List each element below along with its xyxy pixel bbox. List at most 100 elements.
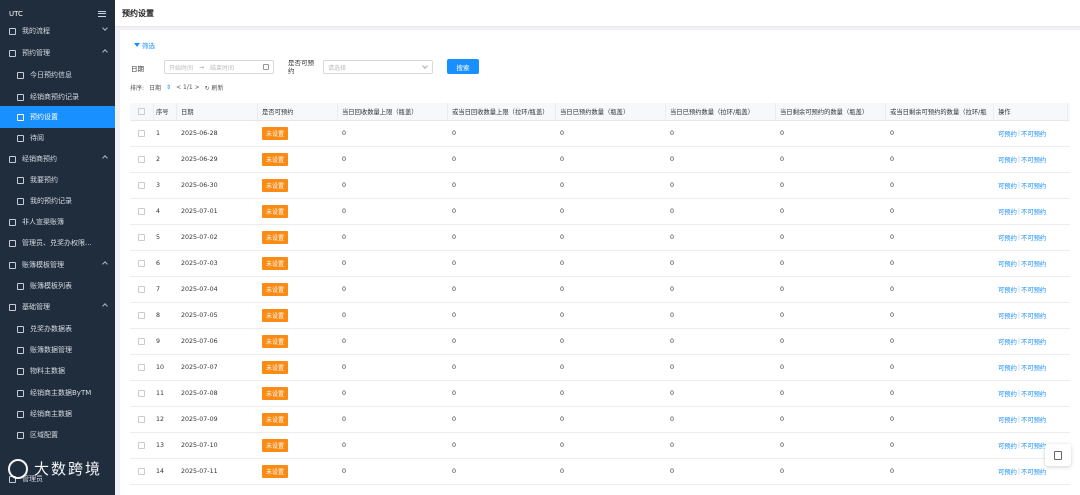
date-start-input[interactable]: 开始时间 [169, 63, 193, 72]
set-bookable-link[interactable]: 可预约 [998, 233, 1017, 242]
row-checkbox[interactable] [138, 182, 145, 189]
op-separator: | [1017, 416, 1021, 423]
sidebar-item-label: 经销商主数据 [30, 410, 72, 418]
row-checkbox[interactable] [138, 442, 145, 449]
numeric-cell: 0 [342, 338, 347, 345]
set-bookable-link[interactable]: 可预约 [998, 207, 1017, 216]
sidebar-item[interactable]: 预约管理 [0, 42, 115, 64]
sidebar-item[interactable]: 我的流程 [0, 20, 115, 42]
sidebar-item[interactable]: 待阅 [0, 127, 115, 149]
sidebar-item[interactable]: 预约设置 [0, 106, 115, 128]
sort-field[interactable]: 日期 [149, 83, 161, 92]
set-bookable-link[interactable]: 可预约 [998, 337, 1017, 346]
numeric-cell: 0 [342, 312, 347, 319]
set-not-bookable-link[interactable]: 不可预约 [1021, 441, 1046, 450]
sidebar-item[interactable]: 区域配置 [0, 424, 115, 446]
bookable-select[interactable]: 请选择 [323, 60, 433, 74]
set-not-bookable-link[interactable]: 不可预约 [1021, 129, 1046, 138]
set-bookable-link[interactable]: 可预约 [998, 363, 1017, 372]
operations-cell: 可预约 | 不可预约 [998, 121, 1046, 146]
row-checkbox[interactable] [138, 468, 145, 475]
filter-toggle[interactable]: 筛选 [134, 40, 155, 50]
menu-collapse-icon[interactable] [98, 10, 106, 17]
menu-item-icon [9, 218, 16, 226]
op-separator: | [1017, 130, 1021, 137]
date-range-picker[interactable]: 开始时间 → 结束时间 [164, 60, 274, 74]
menu-item-icon [17, 346, 24, 354]
set-not-bookable-link[interactable]: 不可预约 [1021, 207, 1046, 216]
table-row: 1 2025-06-28 未设置 0 0 0 0 0 0 可预约 | 不可预约 [130, 121, 1070, 147]
row-checkbox[interactable] [138, 234, 145, 241]
row-checkbox[interactable] [138, 338, 145, 345]
sidebar-item[interactable]: 我的预约记录 [0, 190, 115, 212]
row-date: 2025-07-07 [181, 364, 218, 371]
row-checkbox[interactable] [138, 416, 145, 423]
set-not-bookable-link[interactable]: 不可预约 [1021, 467, 1046, 476]
sidebar-item[interactable]: 经销商主数据ByTM [0, 382, 115, 404]
sidebar-item[interactable]: 物料主数据 [0, 360, 115, 382]
set-bookable-link[interactable]: 可预约 [998, 259, 1017, 268]
sidebar-item[interactable]: 经销商预约记录 [0, 86, 115, 108]
numeric-cell: 0 [780, 390, 785, 397]
sidebar-item[interactable]: 账簿模板列表 [0, 275, 115, 297]
set-bookable-link[interactable]: 可预约 [998, 181, 1017, 190]
sidebar-item[interactable]: 账簿模板管理 [0, 254, 115, 276]
refresh-button[interactable]: ↻ 刷新 [205, 83, 224, 92]
set-not-bookable-link[interactable]: 不可预约 [1021, 181, 1046, 190]
set-bookable-link[interactable]: 可预约 [998, 129, 1017, 138]
set-bookable-link[interactable]: 可预约 [998, 155, 1017, 164]
set-not-bookable-link[interactable]: 不可预约 [1021, 259, 1046, 268]
set-not-bookable-link[interactable]: 不可预约 [1021, 363, 1046, 372]
menu-item-icon [17, 389, 24, 397]
operations-cell: 可预约 | 不可预约 [998, 329, 1046, 354]
set-bookable-link[interactable]: 可预约 [998, 389, 1017, 398]
sort-order-icon[interactable]: ⇕ [166, 84, 171, 91]
row-checkbox[interactable] [138, 130, 145, 137]
floating-action-button[interactable] [1045, 444, 1071, 466]
set-not-bookable-link[interactable]: 不可预约 [1021, 311, 1046, 320]
row-index: 12 [156, 416, 165, 423]
set-bookable-link[interactable]: 可预约 [998, 415, 1017, 424]
sidebar-item-label: 非人宣渠账簿 [22, 218, 64, 226]
set-not-bookable-link[interactable]: 不可预约 [1021, 415, 1046, 424]
set-bookable-link[interactable]: 可预约 [998, 311, 1017, 320]
sidebar-item[interactable]: 今日预约信息 [0, 64, 115, 86]
sidebar-item[interactable]: 非人宣渠账簿 [0, 211, 115, 233]
sidebar-item[interactable]: 管理员、兑奖办权限... [0, 232, 115, 254]
sidebar-item[interactable]: 经销商主数据 [0, 403, 115, 425]
search-button[interactable]: 搜索 [447, 59, 479, 74]
set-not-bookable-link[interactable]: 不可预约 [1021, 233, 1046, 242]
row-checkbox[interactable] [138, 286, 145, 293]
op-separator: | [1017, 468, 1021, 475]
set-not-bookable-link[interactable]: 不可预约 [1021, 155, 1046, 164]
set-not-bookable-link[interactable]: 不可预约 [1021, 389, 1046, 398]
sidebar-item[interactable]: 基础管理 [0, 296, 115, 318]
row-checkbox[interactable] [138, 312, 145, 319]
status-cell: 未设置 [262, 381, 289, 406]
date-end-input[interactable]: 结束时间 [210, 63, 234, 72]
set-bookable-link[interactable]: 可预约 [998, 441, 1017, 450]
sort-label: 排序: [130, 85, 145, 92]
numeric-cell: 0 [890, 156, 895, 163]
sidebar-item[interactable]: 经销商预约 [0, 148, 115, 170]
row-checkbox[interactable] [138, 364, 145, 371]
status-cell: 未设置 [262, 251, 289, 276]
numeric-cell: 0 [342, 156, 347, 163]
set-bookable-link[interactable]: 可预约 [998, 285, 1017, 294]
set-not-bookable-link[interactable]: 不可预约 [1021, 285, 1046, 294]
pagination[interactable]: < 1/1 > [176, 84, 200, 91]
sidebar-item-label: 经销商主数据ByTM [30, 389, 92, 397]
row-checkbox[interactable] [138, 390, 145, 397]
filter-icon [134, 43, 140, 47]
filter-toggle-label: 筛选 [142, 42, 155, 50]
row-checkbox[interactable] [138, 260, 145, 267]
sidebar-item[interactable]: 兑奖办数据表 [0, 318, 115, 340]
set-not-bookable-link[interactable]: 不可预约 [1021, 337, 1046, 346]
set-bookable-link[interactable]: 可预约 [998, 467, 1017, 476]
sidebar-item[interactable]: 我要预约 [0, 169, 115, 191]
select-all-checkbox[interactable] [138, 108, 145, 115]
chevron-up-icon [102, 261, 108, 267]
sidebar-item[interactable]: 账簿数据管理 [0, 339, 115, 361]
row-checkbox[interactable] [138, 156, 145, 163]
row-checkbox[interactable] [138, 208, 145, 215]
